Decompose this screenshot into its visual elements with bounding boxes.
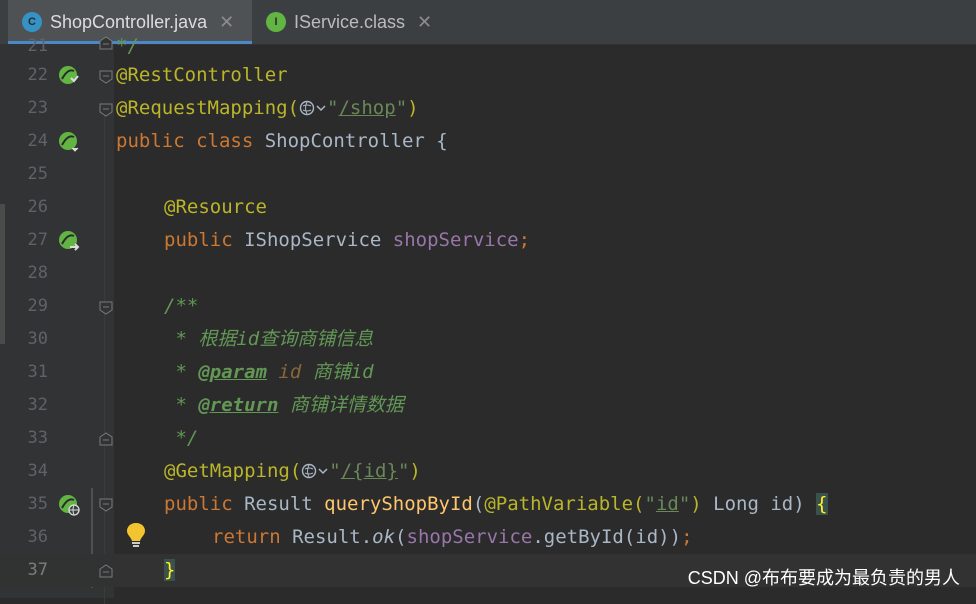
code-line-30: 30 * 根据id查询商铺信息 xyxy=(0,323,976,356)
code-line-34: 34 @GetMapping("/{id}") xyxy=(0,455,976,488)
fold-start-icon[interactable] xyxy=(99,498,113,512)
code-line-24: 24 public class ShopController { xyxy=(0,125,976,158)
watermark: CSDN @布布要成为最负责的男人 xyxy=(687,568,960,588)
line-number: 34 xyxy=(27,461,48,481)
chevron-down-icon xyxy=(316,105,326,112)
line-number: 35 xyxy=(27,494,48,514)
fold-start-icon[interactable] xyxy=(99,103,113,117)
code-text: * 根据id查询商铺信息 xyxy=(164,328,374,350)
lightbulb-icon[interactable] xyxy=(126,522,146,548)
line-number: 23 xyxy=(27,98,48,118)
fold-start-icon[interactable] xyxy=(99,301,113,315)
code-line-35: 35 public Result queryShopById(@PathVari… xyxy=(0,488,976,521)
code-line-36: 36 return Result.ok(shopService.getById(… xyxy=(0,521,976,554)
line-number: 26 xyxy=(27,197,48,217)
spring-bean-icon[interactable] xyxy=(57,64,81,88)
line-number: 27 xyxy=(27,230,48,250)
code-text: } xyxy=(164,559,176,581)
line-number: 28 xyxy=(27,263,48,283)
line-number: 29 xyxy=(27,296,48,316)
spring-bean-icon[interactable] xyxy=(57,130,81,154)
line-number: 31 xyxy=(27,362,48,382)
java-class-icon: C xyxy=(22,12,42,32)
code-text: return Result.ok(shopService.getById(id)… xyxy=(212,526,693,548)
line-number: 32 xyxy=(27,395,48,415)
fold-end-icon[interactable] xyxy=(99,432,113,446)
code-text: /** xyxy=(164,295,199,317)
code-text: @RequestMapping("/shop") xyxy=(116,97,419,119)
code-text: * @return 商铺详情数据 xyxy=(164,394,404,416)
line-number: 22 xyxy=(27,65,48,85)
interface-icon: I xyxy=(266,12,286,32)
code-line-33: 33 */ xyxy=(0,422,976,455)
globe-icon xyxy=(299,100,315,116)
fold-start-icon[interactable] xyxy=(99,70,113,84)
code-line-25: 25 xyxy=(0,158,976,191)
code-line-28: 28 xyxy=(0,257,976,290)
code-text: */ xyxy=(164,427,199,449)
current-line-gutter xyxy=(0,554,114,587)
fold-end-icon[interactable] xyxy=(99,564,113,578)
request-mapping-icon[interactable] xyxy=(57,493,81,517)
code-line-26: 26 @Resource xyxy=(0,191,976,224)
code-text: public class ShopController { xyxy=(116,130,448,152)
code-text: * @param id 商铺id xyxy=(164,361,374,383)
chevron-down-icon xyxy=(318,468,328,475)
line-number: 30 xyxy=(27,329,48,349)
code-text: public IShopService shopService; xyxy=(164,229,531,251)
line-number: 25 xyxy=(27,164,48,184)
line-number: 33 xyxy=(27,428,48,448)
code-line-23: 23 @RequestMapping("/shop") xyxy=(0,92,976,125)
line-number: 36 xyxy=(27,527,48,547)
code-line-29: 29 /** xyxy=(0,290,976,323)
code-line-32: 32 * @return 商铺详情数据 xyxy=(0,389,976,422)
autowired-bean-icon[interactable] xyxy=(57,229,81,253)
code-text: @GetMapping("/{id}") xyxy=(164,460,421,482)
line-number: 24 xyxy=(27,131,48,151)
code-editor[interactable]: 21 */ 22 @RestController 23 @RequestMapp… xyxy=(0,35,976,604)
code-line-27: 27 public IShopService shopService; xyxy=(0,224,976,257)
code-line-31: 31 * @param id 商铺id xyxy=(0,356,976,389)
code-text: @RestController xyxy=(116,64,288,86)
fold-end-icon[interactable] xyxy=(99,36,113,50)
code-text: @Resource xyxy=(164,196,267,218)
code-text: public Result queryShopById(@PathVariabl… xyxy=(164,493,828,515)
globe-icon xyxy=(302,463,317,479)
code-line-22: 22 @RestController xyxy=(0,59,976,92)
